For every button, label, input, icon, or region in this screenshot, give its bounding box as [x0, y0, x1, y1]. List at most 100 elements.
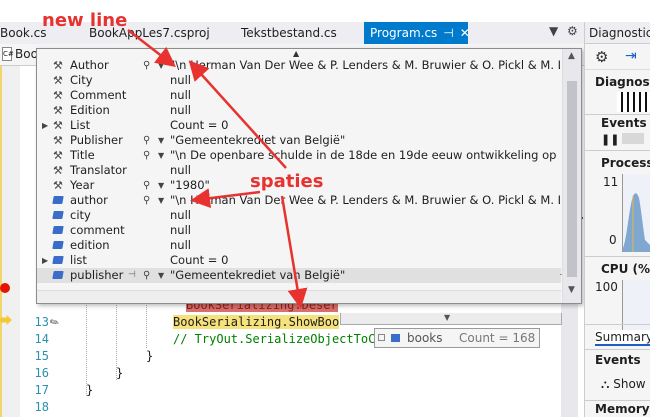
datatip-value[interactable]: null: [170, 88, 560, 103]
cpu-header[interactable]: CPU (% o: [601, 262, 650, 276]
line-number: 13: [34, 315, 49, 329]
tab-book-cs[interactable]: Book.cs: [0, 22, 47, 44]
datatip-value[interactable]: "Gemeentekrediet van België": [170, 133, 560, 148]
diagnostic-toolbar: ⚙ ⇥: [585, 44, 650, 70]
property-icon: ⚒: [53, 89, 63, 102]
datatip-value[interactable]: "\n De openbare schulde in de 18de en 19…: [170, 148, 560, 163]
events-header[interactable]: Events: [601, 116, 647, 130]
datatip-name: Comment: [70, 88, 127, 102]
datatip-value[interactable]: null: [170, 238, 560, 253]
datatip-row-comment[interactable]: ⚒ Comment null: [37, 88, 561, 103]
panel-title[interactable]: Diagnostic T: [585, 22, 650, 44]
datatip-value[interactable]: "\n Herman Van Der Wee & P. Lenders & M.…: [170, 58, 560, 73]
code-line-17[interactable]: }: [86, 383, 93, 397]
datatip-name: books: [407, 331, 443, 345]
gear-icon[interactable]: ⚙: [595, 48, 608, 66]
visualizer-dropdown-icon[interactable]: ▼: [158, 268, 164, 283]
close-icon[interactable]: ✕: [460, 26, 470, 40]
line-number: 16: [34, 366, 49, 380]
visualizer-dropdown-icon[interactable]: ▼: [158, 58, 164, 73]
code-line-13[interactable]: BookSerializing.ShowBoo: [173, 315, 340, 329]
settings-icon[interactable]: ⚙: [567, 24, 578, 38]
pin-icon[interactable]: ⊣: [443, 26, 453, 40]
code-line-15[interactable]: }: [146, 349, 153, 363]
datatip-value[interactable]: "\n Herman Van Der Wee & P. Lenders & M.…: [170, 193, 560, 208]
pause-icon[interactable]: ❚❚: [601, 133, 619, 146]
datatip-value[interactable]: null: [170, 163, 560, 178]
datatip-scrollbar[interactable]: ▲ ▼: [562, 49, 581, 303]
visualizer-magnifier-icon[interactable]: ⚲: [143, 133, 150, 148]
visualizer-magnifier-icon[interactable]: ⚲: [143, 148, 150, 163]
diagnostic-tools-panel: Diagnostic T ⚙ ⇥ Diagnostic Events ❚❚ Pr…: [584, 22, 650, 417]
datatip-value[interactable]: "1980": [170, 178, 560, 193]
datatip-row-author[interactable]: ⚒ Author ⚲ ▼ "\n Herman Van Der Wee & P. Len…: [37, 58, 561, 73]
datatip-value[interactable]: null: [170, 103, 560, 118]
visualizer-dropdown-icon[interactable]: ▼: [158, 178, 164, 193]
datatip-row-city[interactable]: ⚒ City null: [37, 73, 561, 88]
datatip-row-list[interactable]: ▶ list Count = 0: [37, 253, 561, 268]
events-section-title: Events: [595, 353, 641, 367]
field-icon: [52, 195, 65, 206]
tab-program-cs[interactable]: Program.cs ⊣ ✕: [364, 22, 470, 44]
datatip-row-author[interactable]: author ⚲ ▼ "\n Herman Van Der Wee & P. Lend…: [37, 193, 561, 208]
scroll-up-icon[interactable]: ▲: [568, 51, 575, 61]
code-line-14[interactable]: // TryOut.SerializeObjectToC: [173, 332, 375, 346]
export-icon[interactable]: ⇥: [625, 48, 637, 64]
divider: [585, 114, 650, 115]
expand-icon[interactable]: ▶: [42, 253, 48, 268]
breakpoint-icon[interactable]: [0, 283, 10, 293]
visualizer-magnifier-icon[interactable]: ⚲: [143, 193, 150, 208]
field-icon: [52, 210, 65, 221]
datatip-row-edition[interactable]: edition null: [37, 238, 561, 253]
visualizer-dropdown-icon[interactable]: ▼: [158, 133, 164, 148]
tab-summary[interactable]: Summary: [595, 330, 650, 346]
property-icon: ⚒: [53, 179, 63, 192]
tab-label: Book.cs: [0, 26, 47, 40]
datatip-value[interactable]: Count = 0: [170, 253, 560, 268]
pin-icon[interactable]: ⊣: [128, 268, 136, 283]
indent-guide: [86, 300, 87, 396]
divider: [585, 324, 650, 325]
datatip-row-comment[interactable]: comment null: [37, 223, 561, 238]
datatip-value[interactable]: Count = 0: [170, 118, 560, 133]
tab-dropdown-icon[interactable]: ▼: [549, 24, 558, 38]
datatip-row-list[interactable]: ▶ ⚒ List Count = 0: [37, 118, 561, 133]
show-events-link[interactable]: ⛬ Show: [601, 377, 646, 392]
books-datatip[interactable]: books Count = 168: [374, 328, 540, 348]
scrollbar-thumb[interactable]: [567, 81, 577, 277]
cpu-axis-max: 100: [595, 280, 618, 294]
scroll-down-icon[interactable]: ▼: [568, 285, 575, 295]
navigation-dropdown[interactable]: Boo: [15, 47, 38, 61]
datatip-row-publisher[interactable]: ⚒ Publisher ⚲ ▼ "Gemeentekrediet van België": [37, 133, 561, 148]
datatip-expand-handle[interactable]: ▼: [340, 313, 562, 325]
visualizer-magnifier-icon[interactable]: ⚲: [143, 178, 150, 193]
line-number: 18: [34, 400, 49, 414]
pin-toggle-icon[interactable]: [378, 334, 385, 341]
visualizer-dropdown-icon[interactable]: ▼: [158, 193, 164, 208]
datatip-name: Edition: [70, 103, 110, 117]
editor-margin[interactable]: [0, 66, 20, 417]
events-track: [622, 133, 644, 144]
expand-icon[interactable]: ▶: [42, 118, 48, 133]
line-number: 15: [34, 349, 49, 363]
datatip-value[interactable]: "Gemeentekrediet van België": [170, 268, 560, 283]
code-line-16[interactable]: }: [116, 366, 123, 380]
datatip-row-edition[interactable]: ⚒ Edition null: [37, 103, 561, 118]
visualizer-dropdown-icon[interactable]: ▼: [158, 148, 164, 163]
datatip-value[interactable]: null: [170, 208, 560, 223]
datatip-row-city[interactable]: city null: [37, 208, 561, 223]
datatip-value[interactable]: null: [170, 73, 560, 88]
datatip-name: Publisher: [70, 133, 123, 147]
field-icon: [52, 225, 65, 236]
datatip-value[interactable]: null: [170, 223, 560, 238]
quick-action-brush-icon[interactable]: ✎: [47, 315, 61, 331]
tab-tekstbestand-cs[interactable]: Tekstbestand.cs: [241, 22, 337, 44]
property-icon: ⚒: [53, 59, 63, 72]
datatip-row-publisher[interactable]: publisher⊣⊣⚲▼"Gemeentekrediet van België…: [37, 268, 568, 283]
collapse-up-icon[interactable]: ▲: [293, 49, 299, 58]
datatip-row-title[interactable]: ⚒ Title ⚲ ▼ "\n De openbare schulde in de 18…: [37, 148, 561, 163]
visualizer-magnifier-icon[interactable]: ⚲: [143, 268, 150, 283]
visualizer-magnifier-icon[interactable]: ⚲: [143, 58, 150, 73]
process-memory-header[interactable]: Process M: [601, 156, 650, 170]
expand-down-icon[interactable]: ▼: [444, 313, 450, 322]
